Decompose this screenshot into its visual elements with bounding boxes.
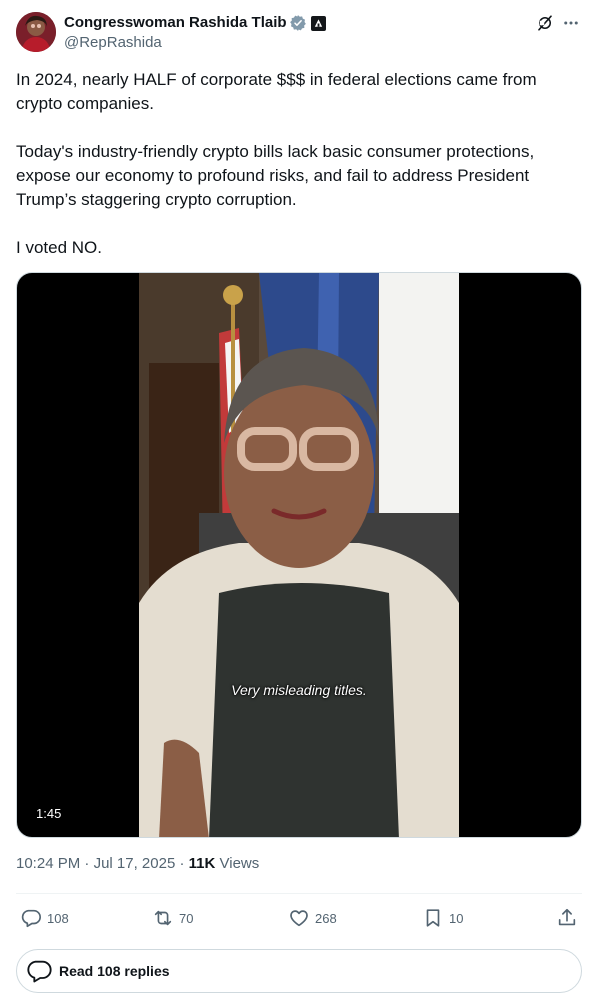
read-replies-label: Read 108 replies xyxy=(59,963,170,979)
repost-count: 70 xyxy=(179,910,194,926)
action-bar: 108 70 268 10 xyxy=(16,903,582,933)
reply-count: 108 xyxy=(47,910,69,926)
repost-icon xyxy=(154,910,172,926)
tweet-meta: 10:24 PM · Jul 17, 2025 · 11K Views xyxy=(16,854,259,874)
avatar[interactable] xyxy=(16,12,56,52)
views-label: Views xyxy=(219,855,260,872)
meta-separator: · xyxy=(84,855,94,872)
like-button[interactable]: 268 xyxy=(288,903,337,933)
read-replies-button[interactable]: Read 108 replies xyxy=(16,949,582,993)
affiliation-badge-icon[interactable] xyxy=(310,15,326,31)
handle[interactable]: @RepRashida xyxy=(64,33,326,53)
bookmark-icon xyxy=(426,909,440,927)
meta-separator: · xyxy=(179,855,189,872)
more-options-icon[interactable] xyxy=(560,12,582,34)
author-names: Congresswoman Rashida Tlaib @RepRashida xyxy=(64,13,326,53)
video-frame: Very misleading titles. xyxy=(139,273,459,837)
reply-icon xyxy=(21,909,41,928)
grok-icon[interactable] xyxy=(534,12,556,34)
views-count: 11K xyxy=(188,855,216,872)
like-count: 268 xyxy=(315,910,337,926)
timestamp-time[interactable]: 10:24 PM xyxy=(16,855,80,872)
repost-button[interactable]: 70 xyxy=(152,903,193,933)
bookmark-count: 10 xyxy=(449,910,464,926)
timestamp-date[interactable]: Jul 17, 2025 xyxy=(94,855,176,872)
tweet-header: Congresswoman Rashida Tlaib @RepRashida xyxy=(16,12,582,54)
reply-icon xyxy=(27,960,52,983)
video-player[interactable]: Very misleading titles. 1:45 xyxy=(16,272,582,838)
heart-icon xyxy=(290,910,308,927)
tweet-text: In 2024, nearly HALF of corporate $$$ in… xyxy=(16,70,537,257)
share-icon xyxy=(558,908,576,926)
reply-button[interactable]: 108 xyxy=(20,903,69,933)
bookmark-button[interactable]: 10 xyxy=(422,903,463,933)
top-actions xyxy=(530,12,582,34)
video-duration: 1:45 xyxy=(31,805,67,823)
share-button[interactable] xyxy=(556,903,578,933)
divider xyxy=(16,893,582,894)
video-caption: Very misleading titles. xyxy=(231,682,367,698)
display-name[interactable]: Congresswoman Rashida Tlaib xyxy=(64,13,287,33)
verified-badge-icon xyxy=(289,15,306,31)
